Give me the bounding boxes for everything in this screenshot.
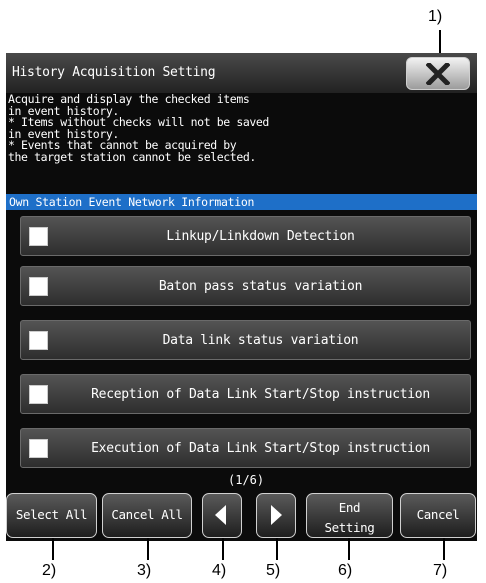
callout-line-3 (147, 538, 149, 560)
item-execution-start-stop[interactable]: Execution of Data Link Start/Stop instru… (20, 428, 471, 468)
cancel-all-button[interactable]: Cancel All (102, 493, 192, 538)
cancel-all-label: Cancel All (111, 507, 183, 522)
prev-page-button[interactable] (202, 493, 242, 538)
callout-2: 2) (42, 562, 57, 579)
next-page-button[interactable] (256, 493, 296, 538)
hmi-screen: History Acquisition Setting Acquire and … (6, 53, 477, 541)
end-setting-label-1: End (338, 500, 361, 515)
checkbox[interactable] (29, 227, 48, 246)
triangle-right-icon (271, 505, 282, 525)
item-label: Data link status variation (162, 333, 359, 348)
close-button[interactable] (406, 57, 470, 90)
checkbox[interactable] (29, 277, 48, 296)
title-bar: History Acquisition Setting (6, 53, 477, 93)
checkbox[interactable] (29, 331, 48, 350)
cancel-label: Cancel (416, 507, 460, 522)
callout-1: 1) (428, 8, 443, 25)
window-title: History Acquisition Setting (12, 65, 216, 80)
callout-line-4 (222, 538, 224, 560)
item-data-link-status[interactable]: Data link status variation (20, 320, 471, 360)
item-label: Execution of Data Link Start/Stop instru… (91, 441, 430, 456)
callout-3: 3) (137, 562, 152, 579)
select-all-button[interactable]: Select All (6, 493, 97, 538)
item-linkup-linkdown[interactable]: Linkup/Linkdown Detection (20, 216, 471, 256)
cancel-button[interactable]: Cancel (400, 493, 476, 538)
section-header: Own Station Event Network Information (6, 194, 477, 210)
end-setting-button[interactable]: End Setting (306, 493, 393, 538)
checkbox[interactable] (29, 385, 48, 404)
description-text: Acquire and display the checked items in… (8, 92, 269, 164)
callout-6: 6) (338, 562, 353, 579)
callout-line-7 (443, 538, 445, 560)
checkbox[interactable] (29, 439, 48, 458)
page-indicator: (1/6) (228, 473, 265, 487)
callout-line-2 (52, 538, 54, 560)
callout-line-5 (276, 538, 278, 560)
item-reception-start-stop[interactable]: Reception of Data Link Start/Stop instru… (20, 374, 471, 414)
close-icon (426, 63, 450, 85)
end-setting-label-2: Setting (324, 520, 375, 535)
item-label: Baton pass status variation (158, 279, 363, 294)
item-baton-pass[interactable]: Baton pass status variation (20, 266, 471, 306)
callout-5: 5) (266, 562, 281, 579)
select-all-label: Select All (15, 507, 88, 522)
callout-line-6 (348, 538, 350, 560)
callout-4: 4) (212, 562, 227, 579)
triangle-left-icon (215, 505, 226, 525)
item-label: Linkup/Linkdown Detection (166, 229, 355, 244)
callout-7: 7) (433, 562, 448, 579)
item-label: Reception of Data Link Start/Stop instru… (91, 387, 430, 402)
